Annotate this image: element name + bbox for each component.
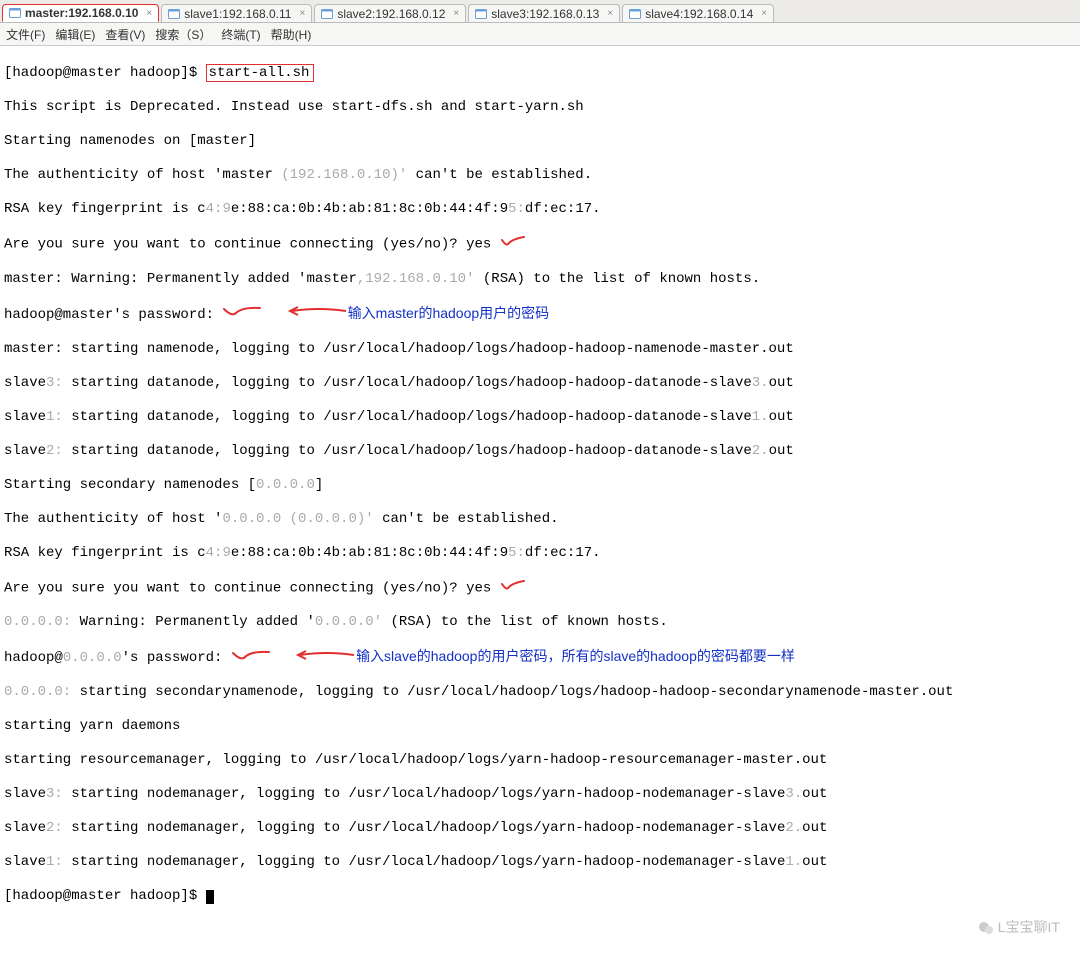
tab-master[interactable]: master:192.168.0.10 × <box>2 4 159 22</box>
terminal-icon <box>9 7 21 19</box>
close-icon[interactable]: × <box>453 8 459 19</box>
wechat-icon <box>978 920 994 936</box>
terminal-line: master: Warning: Permanently added 'mast… <box>4 271 1076 288</box>
arrow-left-icon <box>288 305 348 323</box>
tab-label: slave3:192.168.0.13 <box>491 7 599 21</box>
watermark: L宝宝聊IT <box>978 919 1060 936</box>
terminal-line: slave3: starting nodemanager, logging to… <box>4 786 1076 803</box>
terminal-line: 0.0.0.0: Warning: Permanently added '0.0… <box>4 614 1076 631</box>
tab-label: slave4:192.168.0.14 <box>645 7 753 21</box>
tab-slave4[interactable]: slave4:192.168.0.14 × <box>622 4 774 22</box>
terminal-line: Are you sure you want to continue connec… <box>4 579 1076 598</box>
terminal-line: This script is Deprecated. Instead use s… <box>4 99 1076 116</box>
cursor <box>206 890 214 904</box>
close-icon[interactable]: × <box>607 8 613 19</box>
tab-bar: master:192.168.0.10 × slave1:192.168.0.1… <box>0 0 1080 23</box>
terminal-line: hadoop@master's password: 输入master的hadoo… <box>4 305 1076 324</box>
terminal-line: Are you sure you want to continue connec… <box>4 235 1076 254</box>
menu-file[interactable]: 文件(F) <box>6 26 45 43</box>
swoosh-icon <box>222 305 262 323</box>
terminal-line: master: starting namenode, logging to /u… <box>4 341 1076 358</box>
tab-slave1[interactable]: slave1:192.168.0.11 × <box>161 4 312 22</box>
close-icon[interactable]: × <box>146 8 152 19</box>
terminal-line: slave2: starting datanode, logging to /u… <box>4 443 1076 460</box>
menu-view[interactable]: 查看(V) <box>105 26 145 43</box>
prompt: [hadoop@master hadoop]$ <box>4 65 206 81</box>
menu-edit[interactable]: 编辑(E) <box>55 26 95 43</box>
prompt: [hadoop@master hadoop]$ <box>4 888 206 904</box>
menu-bar: 文件(F) 编辑(E) 查看(V) 搜索（S） 终端(T) 帮助(H) <box>0 23 1080 46</box>
terminal-line: RSA key fingerprint is c4:9e:88:ca:0b:4b… <box>4 201 1076 218</box>
tab-label: slave1:192.168.0.11 <box>184 7 291 21</box>
terminal-icon <box>321 8 333 20</box>
check-mark-icon <box>500 235 526 253</box>
menu-term[interactable]: 终端(T) <box>221 26 260 43</box>
close-icon[interactable]: × <box>299 8 305 19</box>
terminal-icon <box>168 8 180 20</box>
terminal-line: Starting namenodes on [master] <box>4 133 1076 150</box>
menu-search[interactable]: 搜索（S） <box>155 26 211 43</box>
arrow-left-icon <box>296 649 356 667</box>
terminal-line: slave3: starting datanode, logging to /u… <box>4 375 1076 392</box>
terminal-line: starting resourcemanager, logging to /us… <box>4 752 1076 769</box>
terminal-line: The authenticity of host '0.0.0.0 (0.0.0… <box>4 511 1076 528</box>
terminal-line: slave1: starting datanode, logging to /u… <box>4 409 1076 426</box>
terminal-line: starting yarn daemons <box>4 718 1076 735</box>
close-icon[interactable]: × <box>761 8 767 19</box>
tab-label: master:192.168.0.10 <box>25 6 138 20</box>
terminal-icon <box>475 8 487 20</box>
annotation: 输入master的hadoop用户的密码 <box>348 305 550 321</box>
terminal-line: slave2: starting nodemanager, logging to… <box>4 820 1076 837</box>
terminal-line: slave1: starting nodemanager, logging to… <box>4 854 1076 871</box>
command-highlight: start-all.sh <box>206 64 315 82</box>
terminal-output[interactable]: [hadoop@master hadoop]$ start-all.sh Thi… <box>0 46 1080 960</box>
swoosh-icon <box>231 649 271 667</box>
terminal-line: The authenticity of host 'master (192.16… <box>4 167 1076 184</box>
tab-slave3[interactable]: slave3:192.168.0.13 × <box>468 4 620 22</box>
tab-slave2[interactable]: slave2:192.168.0.12 × <box>314 4 466 22</box>
tab-label: slave2:192.168.0.12 <box>337 7 445 21</box>
terminal-line: Starting secondary namenodes [0.0.0.0] <box>4 477 1076 494</box>
terminal-line: hadoop@0.0.0.0's password: 输入slave的hadoo… <box>4 648 1076 667</box>
terminal-icon <box>629 8 641 20</box>
terminal-line: RSA key fingerprint is c4:9e:88:ca:0b:4b… <box>4 545 1076 562</box>
check-mark-icon <box>500 579 526 597</box>
menu-help[interactable]: 帮助(H) <box>271 26 312 43</box>
annotation: 输入slave的hadoop的用户密码，所有的slave的hadoop的密码都要… <box>356 648 795 664</box>
terminal-line: 0.0.0.0: starting secondarynamenode, log… <box>4 684 1076 701</box>
